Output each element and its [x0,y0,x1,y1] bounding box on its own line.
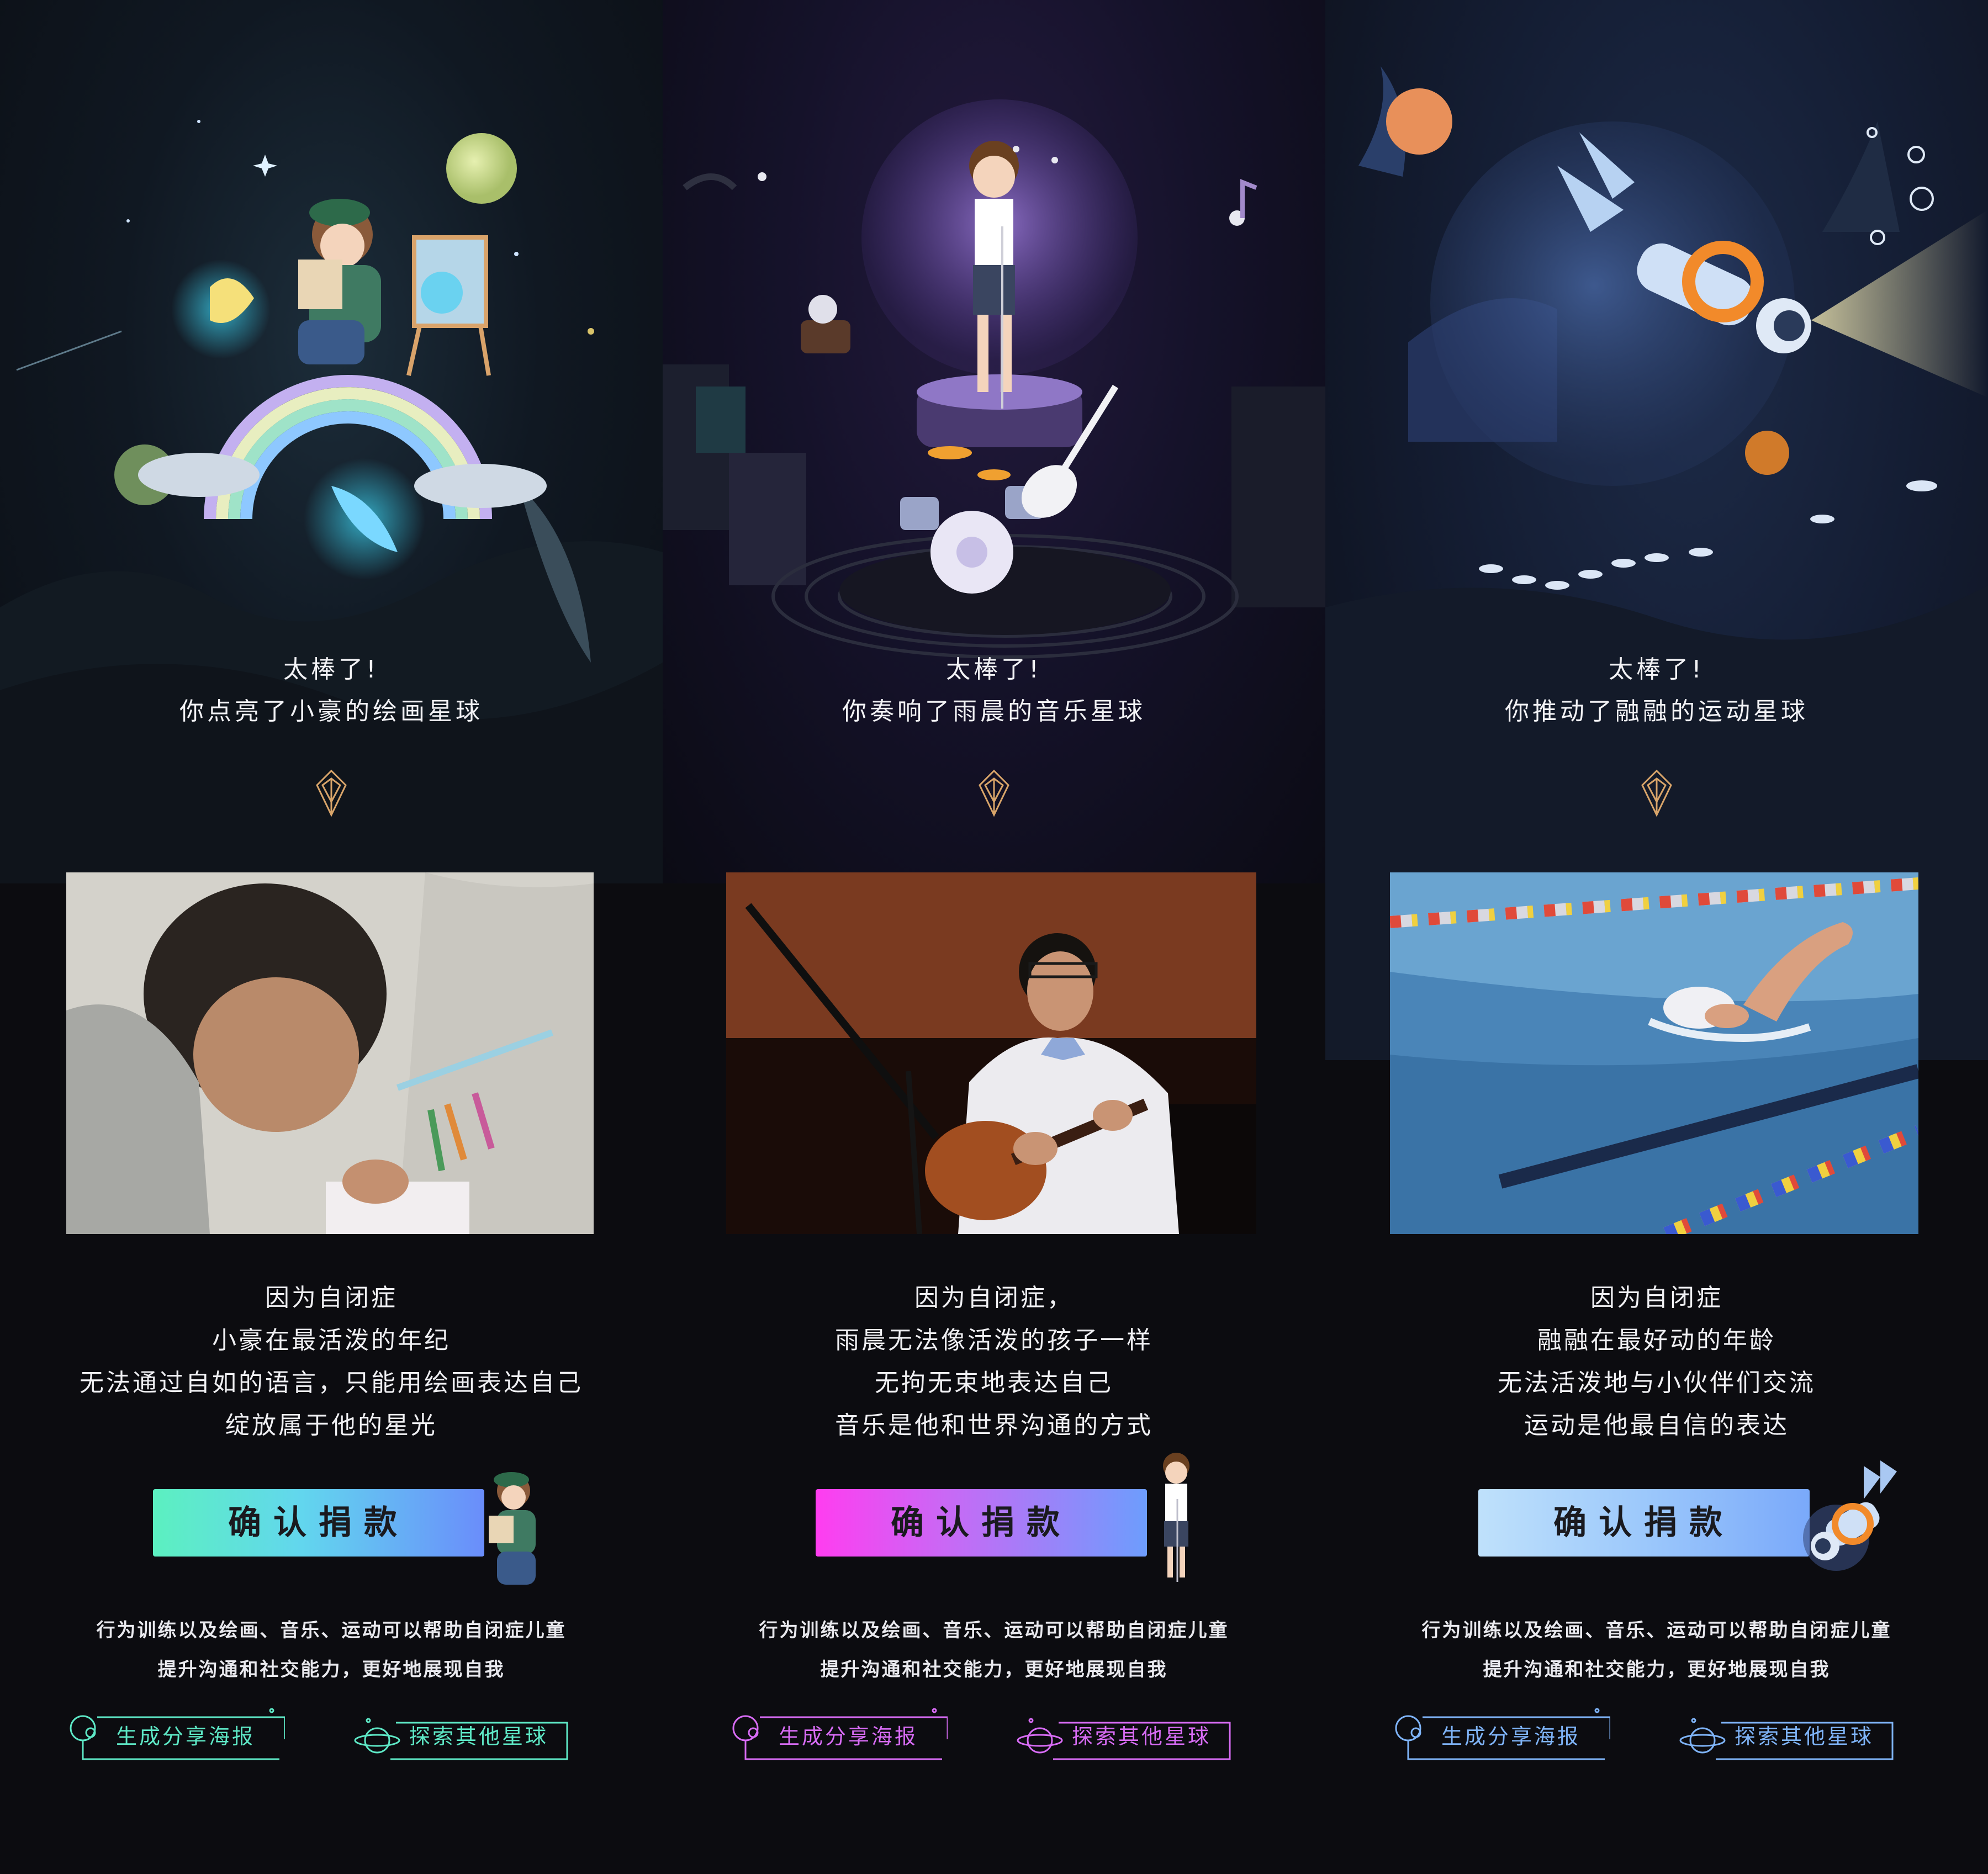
explore-other-planets-label: 探索其他星球 [409,1724,548,1749]
diamond-emblem-icon [979,769,1009,817]
generate-share-poster-label: 生成分享海报 [115,1724,255,1749]
info-note-line-2: 提升沟通和社交能力，更好地展现自我 [157,1659,505,1681]
story-line: 雨晨无法像活泼的孩子一样 [835,1326,1153,1354]
explore-other-planets-button[interactable]: 探索其他星球 [352,1706,573,1767]
headline-line-1: 太棒了! [283,655,379,684]
story-text: 因为自闭症， 雨晨无法像活泼的孩子一样 无拘无束地表达自己 音乐是他和世界沟通的… [663,1277,1325,1447]
explore-other-planets-label: 探索其他星球 [1734,1724,1874,1749]
generate-share-poster-button[interactable]: 生成分享海报 [64,1706,285,1767]
screens: 太棒了! 你点亮了小豪的绘画星球 因为自闭症 小豪在最活泼的年纪 无法通过自如的… [0,0,1988,1874]
headline-line-2: 你点亮了小豪的绘画星球 [179,697,483,726]
hero-illustration [0,0,663,883]
photo-boy-drawing [66,872,594,1234]
explore-other-planets-label: 探索其他星球 [1071,1724,1211,1749]
hero-illustration [663,0,1325,883]
generate-share-poster-label: 生成分享海报 [1441,1724,1580,1749]
painter-girl-figure [489,1472,536,1585]
info-note-line-2: 提升沟通和社交能力，更好地展现自我 [820,1659,1168,1681]
story-line: 无拘无束地表达自己 [875,1369,1113,1397]
screen-painting: 太棒了! 你点亮了小豪的绘画星球 因为自闭症 小豪在最活泼的年纪 无法通过自如的… [0,0,663,1874]
confirm-donation-button[interactable]: 确认捐款 [816,1489,1147,1557]
explore-other-planets-button[interactable]: 探索其他星球 [1014,1706,1235,1767]
photo-boy-guitar [726,872,1256,1234]
headline-line-1: 太棒了! [946,655,1042,684]
story-line: 绽放属于他的星光 [225,1411,437,1439]
story-line: 无法活泼地与小伙伴们交流 [1498,1369,1816,1397]
story-line: 运动是他最自信的表达 [1524,1411,1789,1439]
screen-music: 太棒了! 你奏响了雨晨的音乐星球 因为自闭症， 雨晨无法像活泼的孩子一样 无拘无… [663,0,1325,1874]
generate-share-poster-button[interactable]: 生成分享海报 [727,1706,948,1767]
info-note-line-2: 提升沟通和社交能力，更好地展现自我 [1483,1659,1831,1681]
story-line: 融融在最好动的年龄 [1537,1326,1776,1354]
story-line: 音乐是他和世界沟通的方式 [835,1411,1153,1439]
info-note-line-1: 行为训练以及绘画、音乐、运动可以帮助自闭症儿童 [1421,1619,1892,1642]
painting-planet-illustration [0,120,663,883]
diver-figure [1803,1460,1897,1571]
story-line: 小豪在最活泼的年纪 [212,1326,451,1354]
diamond-emblem-icon [1641,769,1672,817]
story-line: 因为自闭症 [1590,1284,1723,1312]
screen-sports: 太棒了! 你推动了融融的运动星球 因为自闭症 融融在最好动的年龄 无法活泼地与小… [1325,0,1988,1874]
story-line: 无法通过自如的语言，只能用绘画表达自己 [80,1369,583,1397]
story-text: 因为自闭症 小豪在最活泼的年纪 无法通过自如的语言，只能用绘画表达自己 绽放属于… [0,1277,663,1447]
confirm-donation-button[interactable]: 确认捐款 [153,1489,484,1557]
generate-share-poster-label: 生成分享海报 [778,1724,918,1749]
headline-line-2: 你推动了融融的运动星球 [1505,697,1809,726]
headline-line-1: 太棒了! [1609,655,1705,684]
story-line: 因为自闭症 [265,1284,398,1312]
headline-line-2: 你奏响了雨晨的音乐星球 [842,697,1146,726]
photo-boy-swimming [1390,872,1918,1234]
diamond-emblem-icon [316,769,347,817]
explore-other-planets-button[interactable]: 探索其他星球 [1677,1706,1898,1767]
info-note-line-1: 行为训练以及绘画、音乐、运动可以帮助自闭症儿童 [96,1619,567,1642]
generate-share-poster-button[interactable]: 生成分享海报 [1389,1706,1610,1767]
music-planet-illustration [663,99,1325,659]
story-line: 因为自闭症， [914,1284,1074,1312]
story-text: 因为自闭症 融融在最好动的年龄 无法活泼地与小伙伴们交流 运动是他最自信的表达 [1325,1277,1988,1447]
confirm-donation-button[interactable]: 确认捐款 [1478,1489,1810,1557]
info-note-line-1: 行为训练以及绘画、音乐、运动可以帮助自闭症儿童 [759,1619,1229,1642]
singer-boy-figure [1163,1453,1189,1582]
